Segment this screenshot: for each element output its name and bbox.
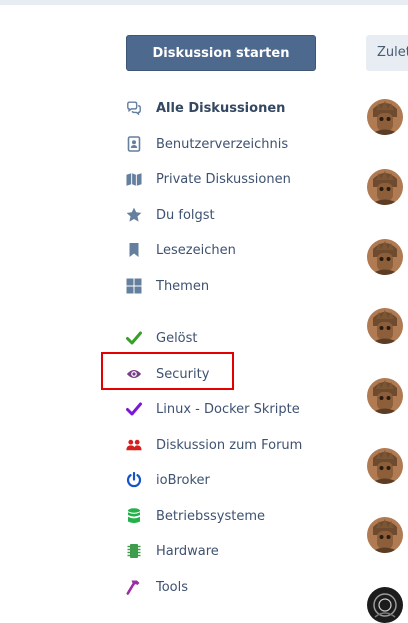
avatar[interactable] <box>367 378 403 414</box>
nav-label: Du folgst <box>156 207 215 223</box>
avatar[interactable] <box>367 448 403 484</box>
tag-item-hardware[interactable]: Hardware <box>126 539 219 563</box>
check-icon <box>126 401 142 417</box>
tag-item-operating-systems[interactable]: Betriebssysteme <box>126 504 265 528</box>
nav-item-following[interactable]: Du folgst <box>126 203 215 227</box>
nav-item-all-discussions[interactable]: Alle Diskussionen <box>126 96 285 120</box>
grid-icon <box>126 278 142 294</box>
tag-item-linux-docker-scripts[interactable]: Linux - Docker Skripte <box>126 397 300 421</box>
check-icon <box>126 330 142 346</box>
tag-item-iobroker[interactable]: ioBroker <box>126 468 210 492</box>
nav-label: ioBroker <box>156 472 210 488</box>
avatar[interactable] <box>367 517 403 553</box>
start-discussion-button[interactable]: Diskussion starten <box>126 35 316 71</box>
nav-label: Lesezeichen <box>156 242 236 258</box>
power-icon <box>126 472 142 488</box>
nav-label: Tools <box>156 579 189 595</box>
comments-icon <box>126 100 142 116</box>
nav-item-tags[interactable]: Themen <box>126 274 209 298</box>
star-icon <box>126 207 142 223</box>
hammer-icon <box>126 579 142 595</box>
top-bar <box>0 0 408 5</box>
nav-item-user-directory[interactable]: Benutzerverzeichnis <box>126 132 288 156</box>
users-icon <box>126 437 142 453</box>
tag-item-forum-discussion[interactable]: Diskussion zum Forum <box>126 433 302 457</box>
nav-label: Benutzerverzeichnis <box>156 136 289 152</box>
nav-label: Diskussion zum Forum <box>156 437 303 453</box>
nav-label: Betriebssysteme <box>156 508 265 524</box>
map-icon <box>126 171 142 187</box>
tag-item-geloest[interactable]: Gelöst <box>126 326 198 350</box>
avatar[interactable] <box>367 308 403 344</box>
nav-label: Linux - Docker Skripte <box>156 401 300 417</box>
nav-label: Gelöst <box>156 330 198 346</box>
nav-label: Hardware <box>156 543 219 559</box>
bookmark-icon <box>126 242 142 258</box>
nav-item-bookmarks[interactable]: Lesezeichen <box>126 238 236 262</box>
nav-label: Private Diskussionen <box>156 171 291 187</box>
avatar[interactable] <box>367 587 403 623</box>
nav-label: Themen <box>156 278 210 294</box>
avatar[interactable] <box>367 239 403 275</box>
database-icon <box>126 508 142 524</box>
nav-label: Alle Diskussionen <box>156 100 286 116</box>
start-discussion-label: Diskussion starten <box>152 45 290 61</box>
avatar[interactable] <box>367 99 403 135</box>
address-book-icon <box>126 136 142 152</box>
highlight-annotation-box <box>101 352 234 390</box>
avatar[interactable] <box>367 169 403 205</box>
tag-item-tools[interactable]: Tools <box>126 575 188 599</box>
nav-item-private-discussions[interactable]: Private Diskussionen <box>126 167 291 191</box>
sort-dropdown-label: Zuletzt <box>377 45 408 60</box>
sort-dropdown[interactable]: Zuletzt <box>366 35 408 71</box>
chip-icon <box>126 543 142 559</box>
